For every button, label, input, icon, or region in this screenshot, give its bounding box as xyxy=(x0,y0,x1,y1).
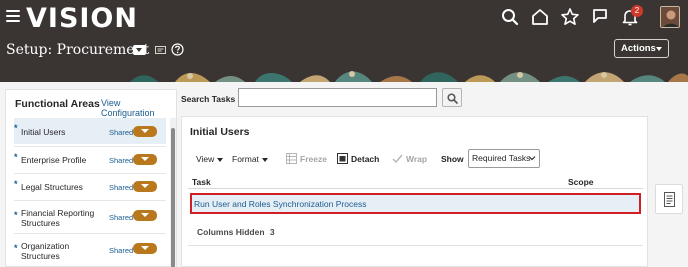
chevron-down-icon xyxy=(261,157,268,162)
shared-status: Shared xyxy=(109,213,134,222)
comment-icon[interactable] xyxy=(155,46,166,56)
column-header-task[interactable]: Task xyxy=(192,177,211,187)
columns-hidden-count: 3 xyxy=(269,227,275,237)
shared-status: Shared xyxy=(109,246,134,255)
search-icon[interactable] xyxy=(500,7,520,27)
required-star: * xyxy=(14,152,18,162)
functional-areas-title: Functional Areas xyxy=(15,98,100,110)
freeze-icon xyxy=(286,153,297,164)
task-link[interactable]: Run User and Roles Synchronization Proce… xyxy=(194,199,366,209)
home-icon[interactable] xyxy=(530,7,550,27)
functional-area-menu-button[interactable] xyxy=(133,154,157,165)
table-footer-divider xyxy=(188,245,643,246)
global-header: VISION 2 xyxy=(0,0,688,36)
view-configuration-link[interactable]: View Configuration xyxy=(101,98,176,118)
functional-area-initial-users[interactable]: * Initial Users Shared xyxy=(14,118,166,144)
functional-area-legal-structures[interactable]: * Legal Structures Shared xyxy=(14,173,166,200)
chevron-down-icon xyxy=(528,156,536,161)
shared-status: Shared xyxy=(109,156,134,165)
star-icon[interactable] xyxy=(560,7,580,27)
detach-button[interactable]: Detach xyxy=(351,154,379,164)
chevron-down-icon xyxy=(656,47,662,51)
freeze-button[interactable]: Freeze xyxy=(300,154,327,164)
actions-button[interactable]: Actions xyxy=(614,39,669,58)
required-star: * xyxy=(14,243,18,253)
notification-badge: 2 xyxy=(631,5,643,17)
functional-area-label: Enterprise Profile xyxy=(21,155,87,165)
search-tasks-label: Search Tasks xyxy=(181,94,236,104)
help-icon[interactable] xyxy=(171,43,184,56)
view-menu[interactable]: View xyxy=(196,154,224,164)
view-menu-label: View xyxy=(196,154,215,164)
functional-area-label: Initial Users xyxy=(21,127,66,137)
required-star: * xyxy=(14,210,18,220)
functional-area-label: Financial Reporting Structures xyxy=(21,208,95,228)
title-dropdown-icon[interactable] xyxy=(133,45,146,55)
tasks-panel-title: Initial Users xyxy=(190,126,250,138)
shared-status: Shared xyxy=(109,128,134,137)
avatar[interactable] xyxy=(660,6,680,28)
functional-area-menu-button[interactable] xyxy=(133,210,157,221)
columns-hidden-label: Columns Hidden xyxy=(197,227,265,237)
menu-icon[interactable] xyxy=(6,10,20,22)
search-button[interactable] xyxy=(442,88,462,107)
search-tasks-input[interactable] xyxy=(238,88,437,107)
functional-area-financial-reporting[interactable]: * Financial Reporting Structures Shared xyxy=(14,200,166,233)
functional-area-menu-button[interactable] xyxy=(133,243,157,254)
format-menu[interactable]: Format xyxy=(232,154,268,164)
functional-area-menu-button[interactable] xyxy=(133,181,157,192)
columns-hidden-status: Columns Hidden 3 xyxy=(197,227,275,237)
detach-icon xyxy=(337,153,348,164)
functional-area-enterprise-profile[interactable]: * Enterprise Profile Shared xyxy=(14,146,166,173)
chevron-down-icon xyxy=(217,157,224,162)
functional-area-label: Organization Structures xyxy=(21,241,70,261)
tasks-panel: Initial Users View Format Freeze Detach … xyxy=(181,116,648,267)
table-header: Task Scope xyxy=(188,175,643,189)
wrap-icon xyxy=(392,154,403,164)
functional-area-menu-button[interactable] xyxy=(133,126,157,137)
required-star: * xyxy=(14,123,18,133)
column-header-scope[interactable]: Scope xyxy=(568,177,594,187)
wrap-button[interactable]: Wrap xyxy=(406,154,427,164)
format-menu-label: Format xyxy=(232,154,259,164)
search-icon xyxy=(447,93,458,104)
functional-area-label: Legal Structures xyxy=(21,182,83,192)
required-star: * xyxy=(14,179,18,189)
side-panel-button[interactable] xyxy=(655,184,683,214)
flag-icon[interactable] xyxy=(590,7,610,27)
page-title: Setup: Procurement xyxy=(6,42,150,58)
table-row[interactable]: Run User and Roles Synchronization Proce… xyxy=(190,193,641,214)
show-selected-value: Required Tasks xyxy=(472,153,531,163)
document-icon xyxy=(664,192,675,207)
show-filter-select[interactable]: Required Tasks xyxy=(468,149,540,168)
functional-areas-panel: Functional Areas View Configuration * In… xyxy=(5,89,177,267)
show-label: Show xyxy=(441,154,464,164)
actions-label: Actions xyxy=(621,43,656,54)
shared-status: Shared xyxy=(109,183,134,192)
scrollbar-thumb[interactable] xyxy=(171,128,175,267)
functional-area-organization-structures[interactable]: * Organization Structures Shared xyxy=(14,233,166,267)
app-logo[interactable]: VISION xyxy=(26,3,138,34)
